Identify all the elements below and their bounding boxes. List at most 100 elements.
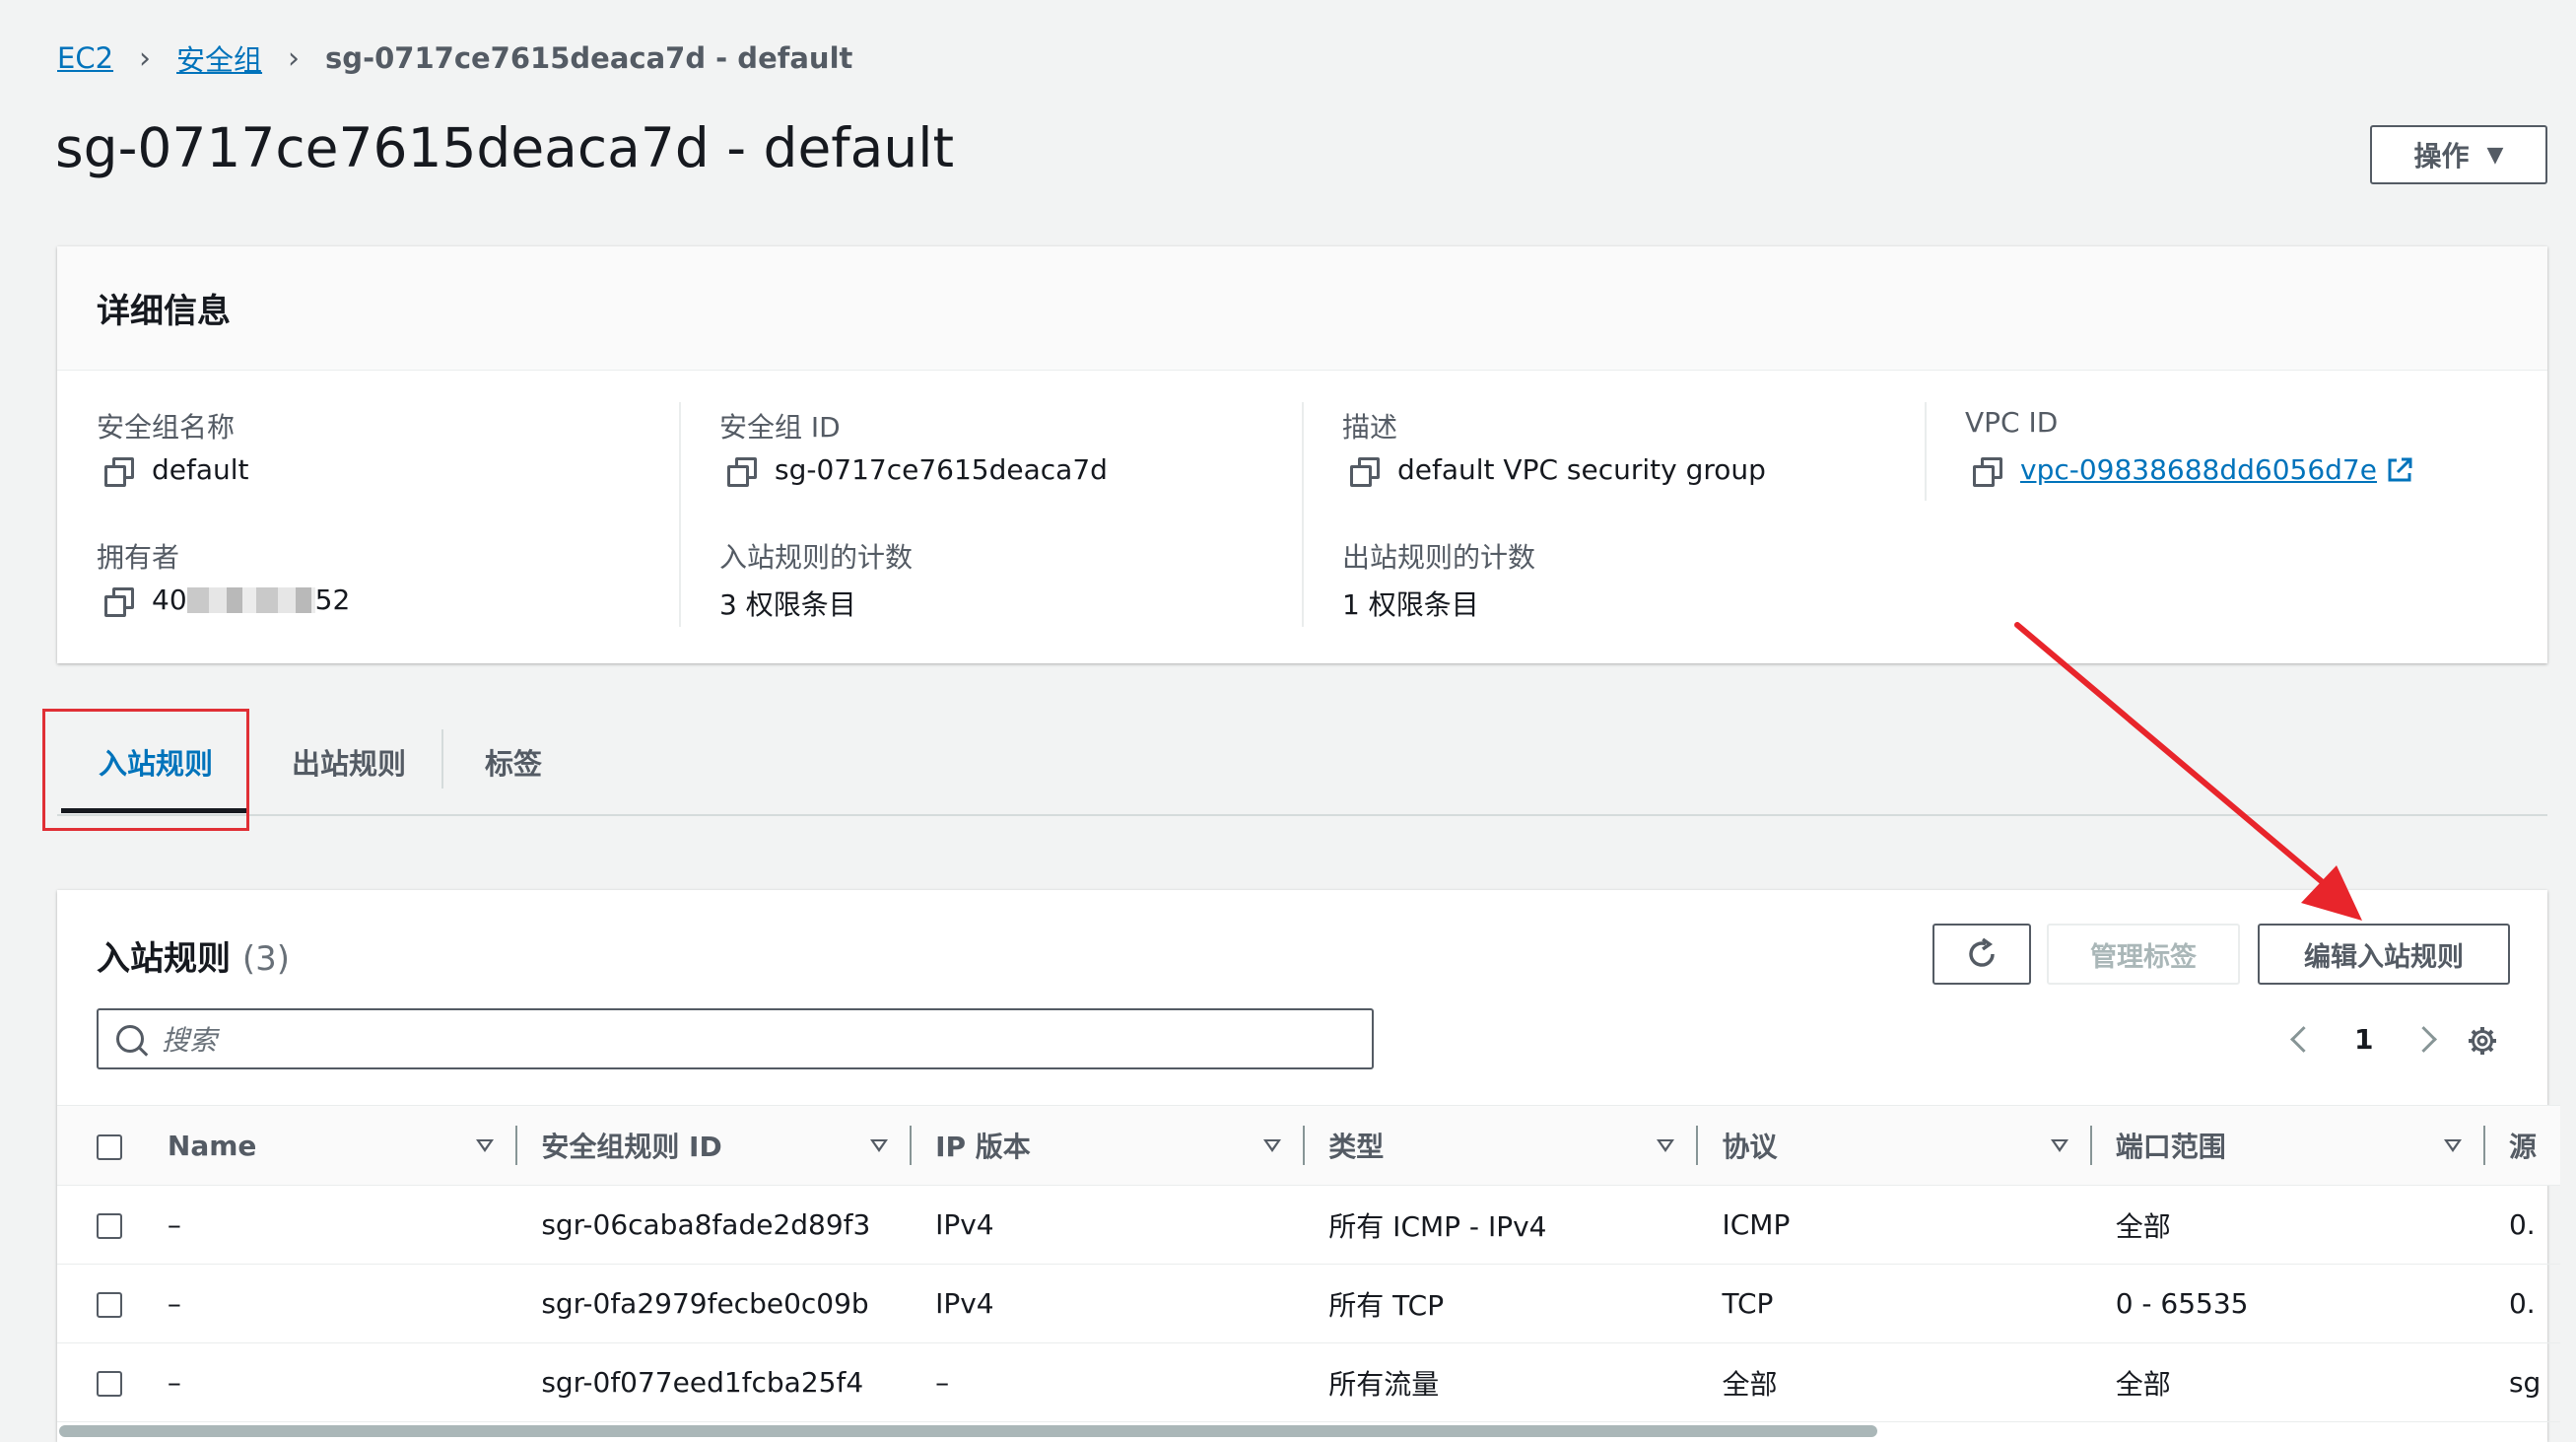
chevron-right-icon xyxy=(2410,1025,2438,1053)
field-owner: 拥有者 40 52 xyxy=(97,536,688,617)
cell-type: 所有流量 xyxy=(1305,1342,1699,1422)
horizontal-scrollbar[interactable] xyxy=(59,1425,1877,1437)
inbound-rules-panel: 入站规则 (3) 管理标签 编辑入站规则 搜索 1 Name 安全组规则 ID … xyxy=(57,890,2560,1442)
column-header-source[interactable]: 源 xyxy=(2484,1105,2560,1186)
column-header-type[interactable]: 类型 xyxy=(1305,1105,1699,1186)
inbound-rules-heading: 入站规则 (3) xyxy=(97,931,290,980)
row-checkbox[interactable] xyxy=(97,1213,122,1239)
column-header-label: Name xyxy=(167,1129,257,1162)
owner-suffix: 52 xyxy=(314,584,351,616)
page-title: sg-0717ce7615deaca7d - default xyxy=(55,116,955,179)
cell-rule-id: sgr-0fa2979fecbe0c09b xyxy=(517,1264,913,1343)
owner-prefix: 40 xyxy=(152,584,187,616)
copy-icon[interactable] xyxy=(104,586,134,617)
field-value: sg-0717ce7615deaca7d xyxy=(775,453,1108,486)
cell-type: 所有 TCP xyxy=(1305,1264,1699,1343)
sort-icon[interactable] xyxy=(1657,1138,1675,1152)
sort-icon[interactable] xyxy=(2443,1138,2462,1152)
tab-outbound-rules[interactable]: 出站规则 xyxy=(292,710,406,814)
column-header-label: 协议 xyxy=(1722,1131,1778,1163)
field-label: 安全组 ID xyxy=(719,411,841,444)
pagination: 1 xyxy=(2274,1008,2453,1069)
field-description: 描述 default VPC security group xyxy=(1342,406,1933,487)
search-icon xyxy=(116,1025,144,1053)
field-outbound-count: 出站规则的计数 1 权限条目 xyxy=(1342,536,1933,623)
field-value: 3 权限条目 xyxy=(719,588,856,621)
field-group-name: 安全组名称 default xyxy=(97,406,688,487)
column-header-port-range[interactable]: 端口范围 xyxy=(2091,1105,2485,1186)
column-header-rule-id[interactable]: 安全组规则 ID xyxy=(517,1105,913,1186)
search-input[interactable]: 搜索 xyxy=(162,1019,217,1059)
previous-page-button[interactable] xyxy=(2274,1023,2333,1056)
cell-protocol: 全部 xyxy=(1698,1342,2092,1422)
external-link-icon[interactable] xyxy=(2385,455,2414,485)
breadcrumb-ec2-link[interactable]: EC2 xyxy=(57,41,113,75)
cell-protocol: TCP xyxy=(1698,1264,2092,1343)
vpc-id-link[interactable]: vpc-09838688dd6056d7e xyxy=(2020,453,2377,486)
tab-divider xyxy=(441,729,443,789)
cell-type: 所有 ICMP - IPv4 xyxy=(1305,1185,1699,1265)
inbound-rules-title: 入站规则 xyxy=(97,939,231,979)
refresh-icon xyxy=(1969,937,1995,967)
breadcrumb-current: sg-0717ce7615deaca7d - default xyxy=(325,41,853,75)
sort-icon[interactable] xyxy=(870,1138,889,1152)
cell-source: sg xyxy=(2484,1342,2560,1422)
cell-port-range: 全部 xyxy=(2091,1342,2485,1422)
sort-icon[interactable] xyxy=(476,1138,495,1152)
copy-icon[interactable] xyxy=(727,456,757,487)
column-header-protocol[interactable]: 协议 xyxy=(1698,1105,2092,1186)
cell-port-range: 全部 xyxy=(2091,1185,2485,1265)
tab-tags[interactable]: 标签 xyxy=(485,710,542,814)
select-all-checkbox[interactable] xyxy=(97,1133,122,1160)
table-row[interactable]: – sgr-06caba8fade2d89f3 IPv4 所有 ICMP - I… xyxy=(57,1185,2560,1265)
column-header-ip-version[interactable]: IP 版本 xyxy=(912,1105,1306,1186)
cell-port-range: 0 - 65535 xyxy=(2091,1264,2485,1343)
column-header-label: 端口范围 xyxy=(2115,1131,2226,1163)
field-label: 安全组名称 xyxy=(97,411,236,444)
column-header-label: 源 xyxy=(2508,1131,2537,1163)
column-header-name[interactable]: Name xyxy=(163,1105,518,1186)
table-header-row: Name 安全组规则 ID IP 版本 类型 协议 端口范围 源 xyxy=(57,1105,2560,1186)
table-row[interactable]: – sgr-0f077eed1fcba25f4 – 所有流量 全部 全部 sg xyxy=(57,1342,2560,1422)
cell-source: 0. xyxy=(2484,1264,2560,1343)
field-label: 描述 xyxy=(1342,411,1398,444)
details-panel: 详细信息 安全组名称 default 安全组 ID sg-0717ce7615d… xyxy=(57,246,2547,663)
sort-icon[interactable] xyxy=(2050,1138,2068,1152)
cell-ip-version: – xyxy=(912,1342,1306,1422)
table-row[interactable]: – sgr-0fa2979fecbe0c09b IPv4 所有 TCP TCP … xyxy=(57,1264,2560,1343)
copy-icon[interactable] xyxy=(1973,456,2002,487)
breadcrumb: EC2 › 安全组 › sg-0717ce7615deaca7d - defau… xyxy=(57,37,852,79)
details-panel-title: 详细信息 xyxy=(57,246,2547,371)
page-number-button[interactable]: 1 xyxy=(2333,1023,2395,1056)
cell-name: – xyxy=(163,1342,518,1422)
breadcrumb-security-groups-link[interactable]: 安全组 xyxy=(176,37,262,79)
row-checkbox[interactable] xyxy=(97,1292,122,1318)
actions-button[interactable]: 操作 ▼ xyxy=(2370,125,2547,184)
redacted-owner-id xyxy=(186,586,315,613)
copy-icon[interactable] xyxy=(104,456,134,487)
field-label: 拥有者 xyxy=(97,541,180,574)
next-page-button[interactable] xyxy=(2395,1023,2453,1056)
sort-icon[interactable] xyxy=(1263,1138,1282,1152)
field-value: default xyxy=(152,453,249,486)
cell-ip-version: IPv4 xyxy=(912,1264,1306,1343)
cell-rule-id: sgr-06caba8fade2d89f3 xyxy=(517,1185,913,1265)
field-inbound-count: 入站规则的计数 3 权限条目 xyxy=(719,536,1311,623)
cell-source: 0. xyxy=(2484,1185,2560,1265)
search-box[interactable]: 搜索 xyxy=(97,1008,1374,1069)
copy-icon[interactable] xyxy=(1350,456,1380,487)
row-checkbox[interactable] xyxy=(97,1371,122,1397)
gear-icon[interactable] xyxy=(2468,1026,2497,1056)
chevron-right-icon: › xyxy=(288,40,301,76)
field-label: 入站规则的计数 xyxy=(719,541,914,574)
column-header-label: 类型 xyxy=(1328,1131,1385,1163)
cell-name: – xyxy=(163,1264,518,1343)
field-value: default VPC security group xyxy=(1397,453,1766,486)
chevron-left-icon xyxy=(2290,1025,2317,1053)
field-label: 出站规则的计数 xyxy=(1342,541,1536,574)
chevron-right-icon: › xyxy=(139,40,152,76)
cell-name: – xyxy=(163,1185,518,1265)
actions-button-label: 操作 xyxy=(2413,140,2470,172)
field-label: VPC ID xyxy=(1965,406,2059,439)
annotation-highlight-box xyxy=(42,709,249,831)
